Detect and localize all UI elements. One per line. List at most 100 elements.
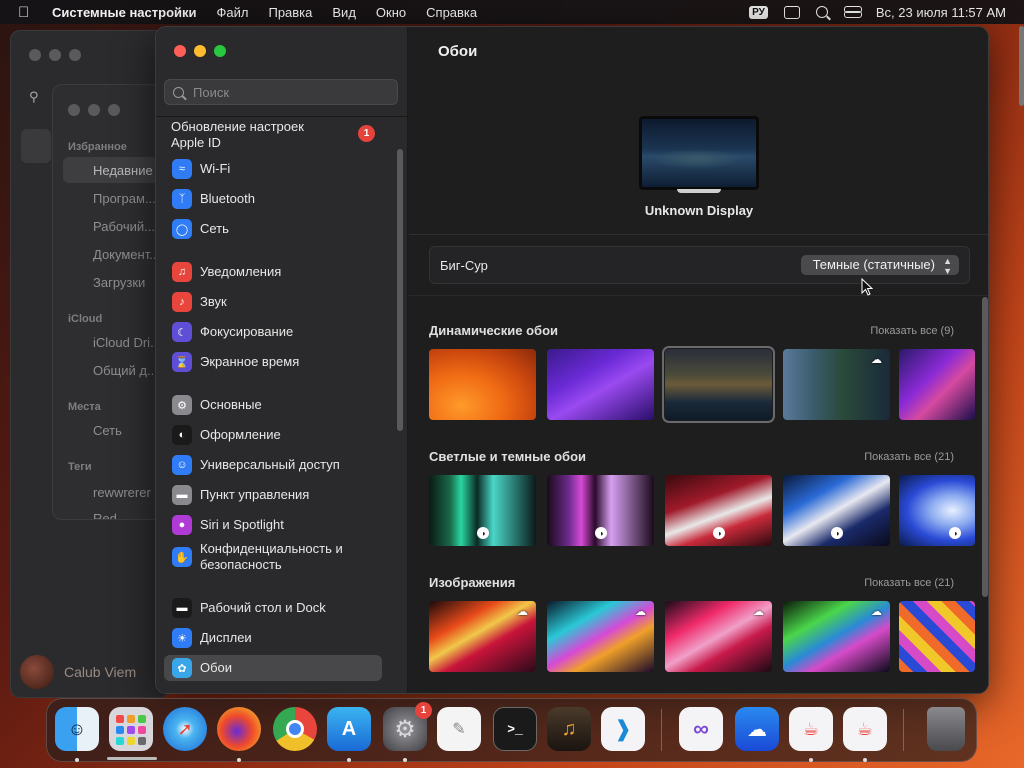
dock-vscode-icon[interactable]: ❱ — [601, 707, 645, 751]
sidebar-scrollbar[interactable] — [397, 149, 403, 431]
dock-chrome-icon[interactable] — [273, 707, 317, 751]
sidebar-item[interactable]: ☺ Универсальный доступ — [164, 452, 382, 478]
sidebar-item[interactable]: ▬ Пункт управления — [164, 482, 382, 508]
zoom-button[interactable] — [214, 45, 226, 57]
dock-terminal-icon[interactable]: >_ — [493, 707, 537, 751]
sidebar-item[interactable]: ⌛ Экранное время — [164, 349, 382, 375]
current-wallpaper-row: Биг-Сур Темные (статичные) ▲ ▼ — [429, 246, 970, 284]
divider — [156, 116, 408, 117]
finder-close-button[interactable] — [68, 104, 80, 116]
window-zoom-button[interactable] — [69, 49, 81, 61]
desktop-scrollbar[interactable] — [1019, 26, 1024, 106]
dock-icon: ▬ — [172, 598, 192, 618]
input-source-indicator[interactable]: РУ — [749, 5, 768, 19]
wallpaper-thumbnail[interactable]: ◑ — [665, 475, 772, 546]
search-input[interactable] — [193, 84, 383, 100]
wallpaper-thumbnail[interactable]: ☁ — [783, 601, 890, 672]
menu-bar:  Системные настройки Файл Правка Вид Ок… — [0, 0, 1024, 24]
sidebar-item[interactable]: ☀ Дисплеи — [164, 625, 382, 651]
appearance-style-value: Темные (статичные) — [812, 257, 935, 272]
search-icon[interactable]: ⚲ — [29, 89, 39, 105]
sidebar-item-label: Bluetooth — [200, 191, 255, 206]
sidebar-item-label: Экранное время — [200, 354, 300, 369]
settings-sidebar: Обновление настроек Apple ID 1 ≈ Wi-Fi ᛉ Bl… — [156, 27, 408, 693]
sidebar-item-label: Оформление — [200, 427, 281, 442]
wallpaper-thumbnail[interactable]: ☁ — [665, 601, 772, 672]
finder-minimize-button[interactable] — [88, 104, 100, 116]
finder-zoom-button[interactable] — [108, 104, 120, 116]
dock-trash-icon[interactable] — [927, 707, 965, 751]
cloud-download-icon: ☁ — [871, 606, 882, 618]
wallpaper-thumbnail[interactable]: ◑ — [899, 475, 975, 546]
sidebar-item[interactable]: ◐ Оформление — [164, 422, 382, 448]
dock-separator — [903, 709, 904, 751]
menu-help[interactable]: Справка — [426, 5, 477, 20]
menu-edit[interactable]: Правка — [268, 5, 312, 20]
wallpaper-thumbnail-selected[interactable] — [662, 346, 775, 423]
dock-finder-icon[interactable]: ☺ — [55, 707, 99, 751]
sidebar-item[interactable]: ♪ Звук — [164, 289, 382, 315]
sidebar-item[interactable]: ≈ Wi-Fi — [164, 156, 382, 182]
dock-launchpad-icon[interactable] — [109, 707, 153, 751]
finder-window[interactable]: Избранное Недавние Програм... Рабочий...… — [52, 84, 172, 520]
wallpaper-thumbnail[interactable] — [899, 601, 975, 672]
minimize-button[interactable] — [194, 45, 206, 57]
avatar — [20, 655, 54, 689]
menu-datetime[interactable]: Вс, 23 июля 11:57 AM — [876, 5, 1006, 20]
running-indicator — [347, 758, 351, 762]
wallpaper-thumbnail[interactable] — [899, 349, 975, 420]
moon-icon: ☾ — [172, 322, 192, 342]
show-all-light-dark-button[interactable]: Показать все (21) — [864, 451, 954, 463]
menu-file[interactable]: Файл — [217, 5, 249, 20]
hourglass-icon: ⌛ — [172, 352, 192, 372]
dock-firefox-icon[interactable] — [217, 707, 261, 751]
window-close-button[interactable] — [29, 49, 41, 61]
menu-view[interactable]: Вид — [332, 5, 356, 20]
content-scrollbar[interactable] — [982, 297, 988, 597]
wallpaper-thumbnail[interactable]: ☁ — [547, 601, 654, 672]
dock-java-icon[interactable]: ☕ — [789, 707, 833, 751]
sidebar-item[interactable]: ᛉ Bluetooth — [164, 186, 382, 212]
sidebar-item[interactable]: ● Siri и Spotlight — [164, 512, 382, 538]
sidebar-item[interactable]: ☾ Фокусирование — [164, 319, 382, 345]
wallpaper-thumbnail[interactable]: ◑ — [783, 475, 890, 546]
wallpaper-pane: Обои Unknown Display Биг-Сур Темные (ста… — [409, 27, 988, 693]
wallpaper-thumbnail[interactable] — [547, 349, 654, 420]
sidebar-item[interactable]: ◯ Сеть — [164, 216, 382, 242]
wallpaper-thumbnail[interactable]: ◑ — [547, 475, 654, 546]
finder-section-locations: Места — [68, 401, 101, 413]
section-pictures-title: Изображения — [429, 575, 516, 590]
dock-safari-icon[interactable]: ➚ — [163, 707, 207, 751]
close-button[interactable] — [174, 45, 186, 57]
window-minimize-button[interactable] — [49, 49, 61, 61]
sidebar-item-label: Основные — [200, 397, 262, 412]
control-center-icon[interactable] — [843, 6, 862, 18]
show-all-pictures-button[interactable]: Показать все (21) — [864, 577, 954, 589]
sidebar-item[interactable]: ✋ Конфиденциальность и безопасность — [164, 540, 382, 574]
sidebar-item[interactable]: ▬ Рабочий стол и Dock — [164, 595, 382, 621]
menu-window[interactable]: Окно — [376, 5, 406, 20]
sun-icon: ☀ — [172, 628, 192, 648]
appearance-style-popup[interactable]: Темные (статичные) ▲ ▼ — [800, 255, 959, 276]
show-all-dynamic-button[interactable]: Показать все (9) — [870, 325, 954, 337]
sidebar-item[interactable]: ♫ Уведомления — [164, 259, 382, 285]
dock-textedit-icon[interactable]: ✎ — [437, 707, 481, 751]
wallpaper-thumbnail[interactable] — [429, 349, 536, 420]
dock-appstore-icon[interactable]: A — [327, 707, 371, 751]
wallpaper-thumbnail[interactable]: ☁ — [429, 601, 536, 672]
dock-java-icon[interactable]: ☕ — [843, 707, 887, 751]
spotlight-search-icon[interactable] — [815, 6, 828, 18]
wallpaper-thumbnail[interactable]: ◑ — [429, 475, 536, 546]
sidebar-item[interactable]: ⚙ Основные — [164, 392, 382, 418]
current-wallpaper-name: Биг-Сур — [440, 258, 488, 273]
search-field[interactable] — [164, 79, 398, 105]
wallpaper-thumbnail[interactable]: ☁ — [783, 349, 890, 420]
dock-visual-studio-icon[interactable]: ∞ — [679, 707, 723, 751]
apple-menu-icon[interactable]:  — [18, 4, 34, 21]
screen-mirroring-icon[interactable] — [783, 5, 800, 19]
menu-app-name[interactable]: Системные настройки — [52, 5, 197, 20]
dock-weather-icon[interactable]: ☁ — [735, 707, 779, 751]
sidebar-item[interactable]: ✿ Обои — [164, 655, 382, 681]
notification-badge: 1 — [415, 702, 432, 719]
dock-garageband-icon[interactable]: ♫ — [547, 707, 591, 751]
